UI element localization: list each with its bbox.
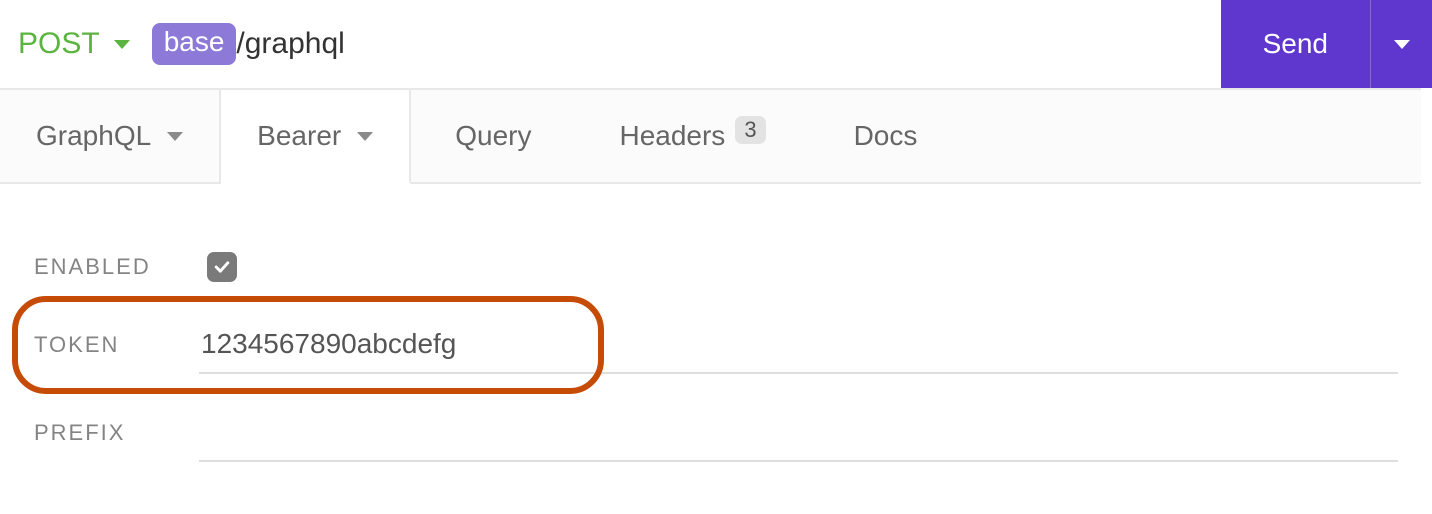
- tabs-row: GraphQL Bearer Query Headers 3 Docs: [0, 88, 1421, 184]
- url-bar[interactable]: base /graphql: [152, 23, 345, 65]
- base-env-pill: base: [152, 23, 237, 65]
- token-input[interactable]: [199, 316, 1398, 374]
- enabled-checkbox[interactable]: [207, 252, 237, 282]
- tab-body[interactable]: GraphQL: [0, 90, 221, 182]
- prefix-row: PREFIX: [34, 394, 1398, 472]
- tab-docs-label: Docs: [854, 120, 918, 152]
- send-button-label: Send: [1263, 28, 1328, 60]
- tab-query[interactable]: Query: [411, 120, 575, 152]
- send-button[interactable]: Send: [1221, 0, 1370, 88]
- request-bar: POST base /graphql Send: [0, 0, 1432, 88]
- prefix-input[interactable]: [199, 404, 1398, 462]
- prefix-label: PREFIX: [34, 420, 199, 446]
- headers-count-badge: 3: [735, 116, 765, 144]
- tab-rest-group: Query Headers 3 Docs: [411, 90, 1421, 182]
- tab-body-label: GraphQL: [36, 120, 151, 152]
- caret-down-icon: [114, 40, 130, 49]
- check-icon: [212, 257, 232, 277]
- caret-down-icon: [357, 132, 373, 141]
- url-path: /graphql: [236, 27, 344, 61]
- tab-headers[interactable]: Headers 3: [575, 120, 809, 152]
- http-method-select[interactable]: POST: [18, 27, 130, 61]
- send-group: Send: [1221, 0, 1432, 88]
- tab-docs[interactable]: Docs: [810, 120, 962, 152]
- token-label: TOKEN: [34, 332, 199, 358]
- tab-headers-label: Headers: [619, 120, 725, 152]
- send-dropdown-button[interactable]: [1370, 0, 1432, 88]
- enabled-label: ENABLED: [34, 254, 199, 280]
- token-row: TOKEN: [34, 306, 1398, 384]
- tab-query-label: Query: [455, 120, 531, 152]
- enabled-row: ENABLED: [34, 228, 1398, 306]
- tab-auth[interactable]: Bearer: [221, 90, 411, 184]
- tab-auth-label: Bearer: [257, 120, 341, 152]
- caret-down-icon: [1394, 40, 1410, 49]
- auth-settings-panel: ENABLED TOKEN PREFIX: [0, 184, 1432, 472]
- http-method-label: POST: [18, 27, 100, 61]
- caret-down-icon: [167, 132, 183, 141]
